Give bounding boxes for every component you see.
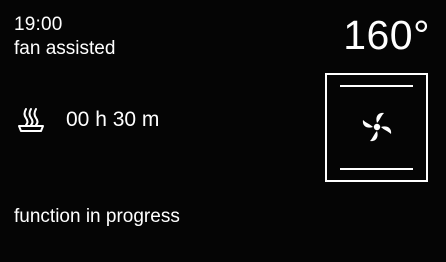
clock-time: 19:00 [14, 14, 63, 35]
temperature-readout[interactable]: 160° [343, 12, 430, 58]
cooking-duration: 00 h 30 m [66, 108, 160, 131]
cooking-mode: fan assisted [14, 38, 116, 59]
lower-heating-element [340, 168, 413, 170]
oven-cavity-icon [325, 73, 428, 182]
oven-display-screen: 19:00 fan assisted 160° 00 h 30 m functi… [0, 0, 446, 262]
duration-row[interactable]: 00 h 30 m [16, 103, 159, 137]
upper-heating-element [340, 85, 413, 87]
status-message: function in progress [14, 206, 180, 227]
cooking-dish-icon [18, 108, 44, 132]
fan-icon [362, 112, 392, 142]
